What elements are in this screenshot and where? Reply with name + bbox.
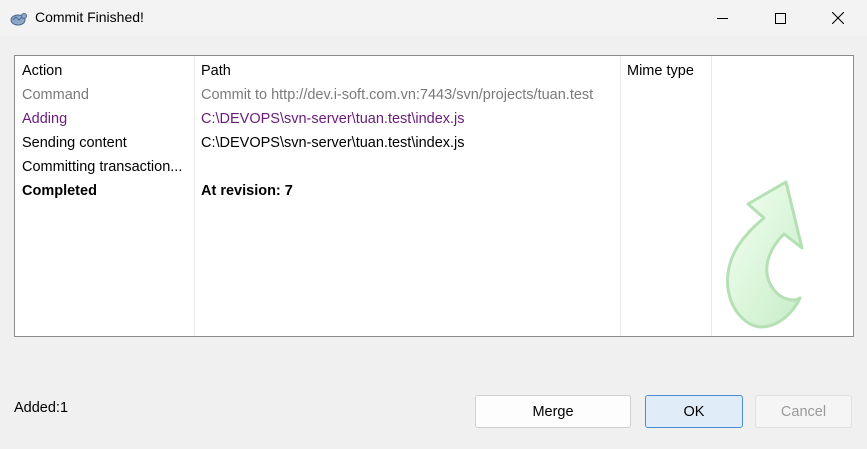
- ok-button[interactable]: OK: [645, 395, 743, 428]
- row-path: C:\DEVOPS\svn-server\tuan.test\index.js: [201, 135, 465, 151]
- title-bar: Commit Finished!: [0, 0, 867, 36]
- window-title: Commit Finished!: [35, 9, 144, 25]
- row-action: Sending content: [22, 135, 127, 151]
- green-curved-arrow-icon: [726, 180, 804, 329]
- row-path: At revision: 7: [201, 183, 293, 199]
- status-text: Added:1: [14, 400, 69, 416]
- minimize-button[interactable]: [693, 0, 751, 36]
- maximize-icon: [774, 12, 786, 24]
- row-action: Command: [22, 87, 89, 103]
- row-action: Adding: [22, 111, 68, 127]
- list-row[interactable]: Adding C:\DEVOPS\svn-server\tuan.test\in…: [15, 107, 853, 131]
- row-path: C:\DEVOPS\svn-server\tuan.test\index.js: [201, 111, 465, 127]
- row-path: Commit to http://dev.i-soft.com.vn:7443/…: [201, 87, 594, 103]
- close-button[interactable]: [809, 0, 867, 36]
- column-header-path[interactable]: Path: [201, 63, 231, 79]
- row-action: Completed: [22, 183, 97, 199]
- list-row[interactable]: Sending content C:\DEVOPS\svn-server\tua…: [15, 131, 853, 155]
- maximize-button[interactable]: [751, 0, 809, 36]
- column-header-action[interactable]: Action: [22, 63, 62, 79]
- column-header-mime-type[interactable]: Mime type: [627, 63, 694, 79]
- minimize-icon: [716, 17, 728, 19]
- close-icon: [832, 12, 844, 24]
- list-row[interactable]: Command Commit to http://dev.i-soft.com.…: [15, 83, 853, 107]
- row-action: Committing transaction...: [22, 159, 183, 175]
- commit-result-list[interactable]: Action Path Mime type Command Commit to …: [14, 55, 854, 337]
- tortoise-svn-icon: [8, 8, 28, 28]
- merge-button[interactable]: Merge: [475, 395, 631, 428]
- cancel-button[interactable]: Cancel: [755, 395, 852, 428]
